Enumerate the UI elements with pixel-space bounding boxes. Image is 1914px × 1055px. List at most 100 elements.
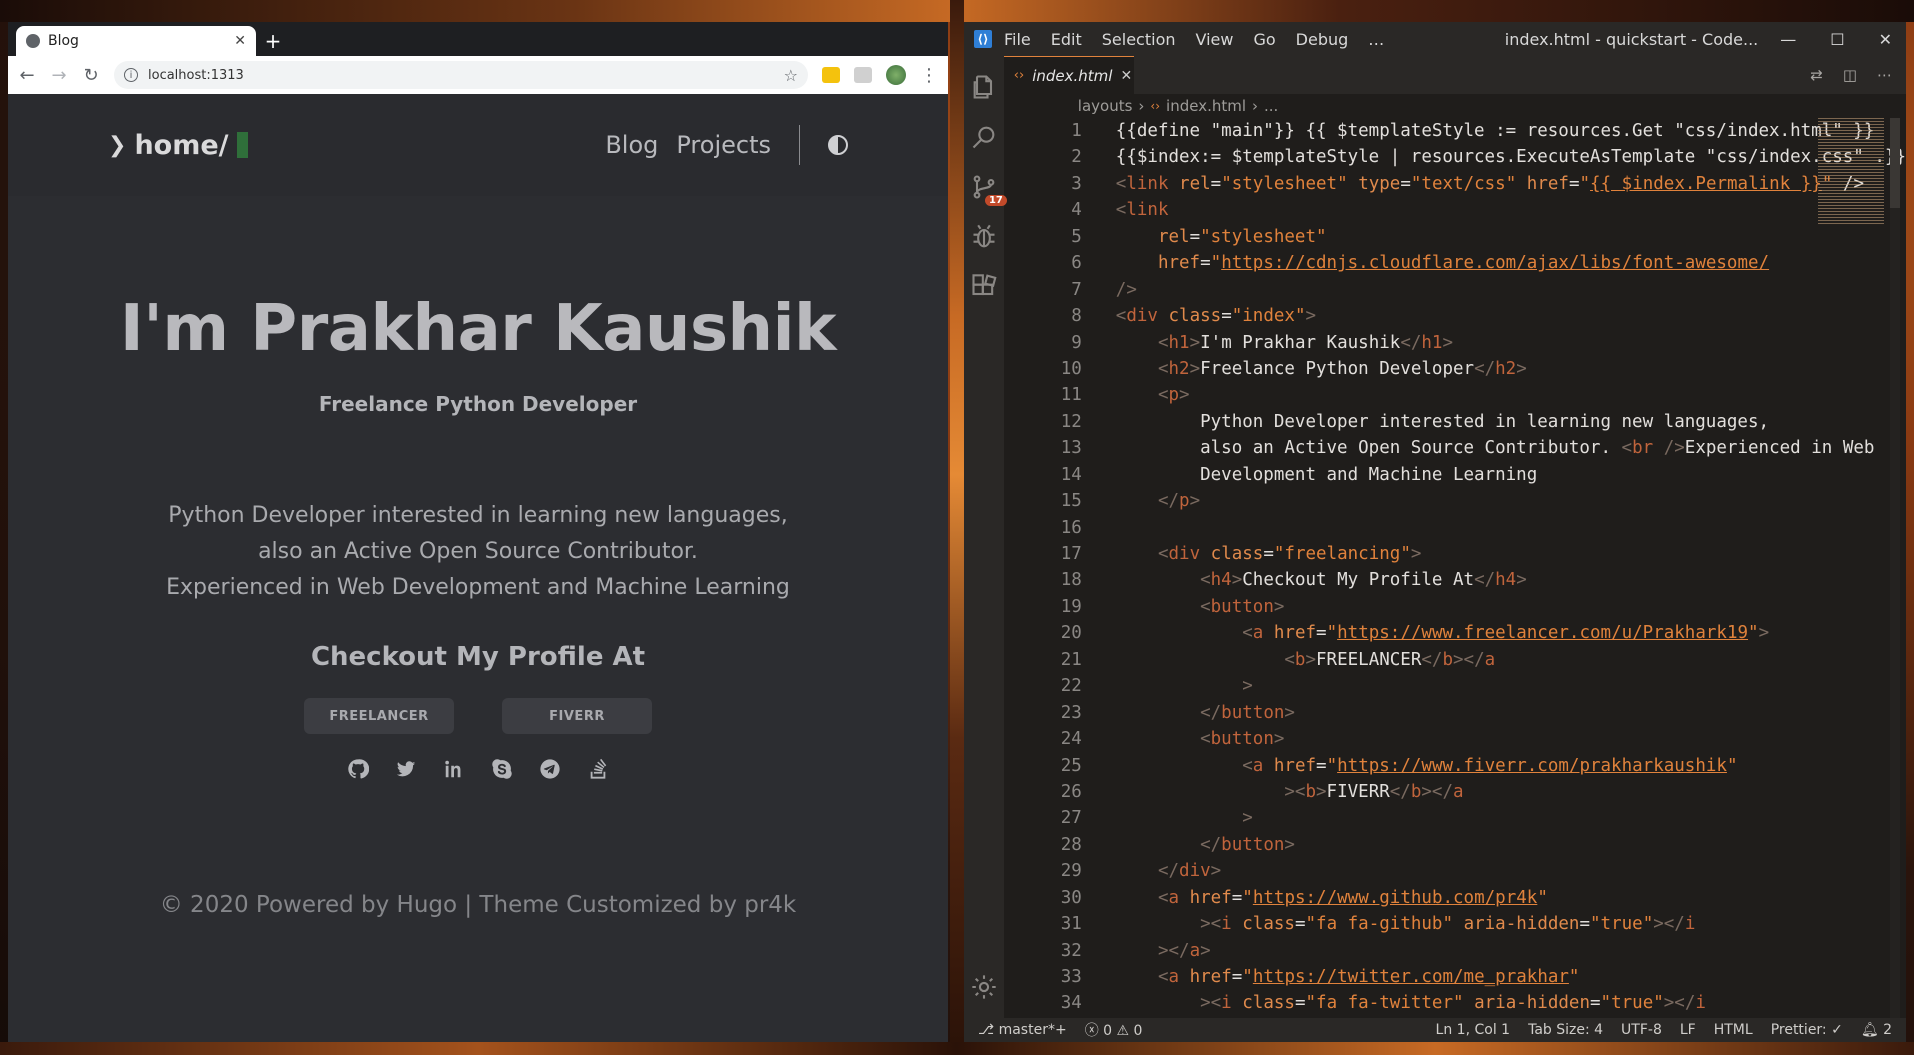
line-number: 21: [1060, 649, 1082, 670]
open-changes-icon[interactable]: ⇄: [1810, 66, 1823, 84]
page-title: I'm Prakhar Kaushik: [119, 292, 837, 366]
scrollbar-thumb[interactable]: [1890, 118, 1900, 208]
info-icon[interactable]: i: [124, 68, 138, 82]
search-icon[interactable]: [969, 122, 999, 152]
menu-selection[interactable]: Selection: [1102, 30, 1176, 49]
settings-gear-icon[interactable]: [969, 972, 999, 1002]
profile-avatar[interactable]: [886, 65, 906, 85]
line-number: 24: [1060, 729, 1082, 750]
extensions-icon[interactable]: [969, 272, 999, 302]
line-number: 15: [1060, 491, 1082, 512]
bio-line: Experienced in Web Development and Machi…: [166, 575, 790, 600]
more-menu-icon[interactable]: ⋮: [920, 65, 938, 86]
maximize-icon[interactable]: ☐: [1830, 30, 1844, 49]
code-text: {{define "main"}} {{ $templateStyle := r…: [1116, 118, 1906, 1018]
twitter-icon[interactable]: [393, 756, 419, 782]
code-line: <h2>Freelance Python Developer</h2>: [1157, 358, 1527, 379]
line-number: 29: [1060, 861, 1082, 882]
line-number: 11: [1060, 385, 1082, 406]
editor-tab-index-html[interactable]: ‹› index.html ✕: [1003, 56, 1134, 94]
code-line: {{$index:= $templateStyle | resources.Ex…: [1115, 147, 1906, 168]
line-number: 30: [1060, 887, 1082, 908]
telegram-icon[interactable]: [537, 756, 563, 782]
close-window-icon[interactable]: ✕: [1879, 30, 1892, 49]
nav-link-blog[interactable]: Blog: [605, 131, 658, 159]
code-line: <div class="index">: [1115, 306, 1317, 327]
problems-status[interactable]: ⓧ 0 ⚠ 0: [1085, 1020, 1143, 1040]
minimize-icon[interactable]: —: [1780, 30, 1796, 49]
browser-tab-title: Blog: [48, 33, 79, 49]
code-line: <div class="freelancing">: [1157, 544, 1422, 564]
notifications-status[interactable]: 🔔︎ 2: [1861, 1022, 1892, 1038]
status-right: Ln 1, Col 1 Tab Size: 4 UTF-8 LF HTML Pr…: [1436, 1022, 1892, 1038]
breadcrumb-item[interactable]: layouts: [1078, 97, 1133, 115]
code-editor[interactable]: 1 2 3 4 5 6 7 8 9 10 11 12 13 14 15 16 1: [1004, 118, 1906, 1018]
debug-icon[interactable]: [969, 222, 999, 252]
code-line: also an Active Open Source Contributor. …: [1115, 438, 1875, 459]
split-editor-icon[interactable]: ◫: [1843, 66, 1857, 84]
prettier-status[interactable]: Prettier: ✓: [1771, 1022, 1843, 1038]
nav-link-projects[interactable]: Projects: [676, 131, 771, 159]
menu-debug[interactable]: Debug: [1296, 30, 1349, 49]
fiverr-button[interactable]: FIVERR: [502, 698, 652, 734]
menu-go[interactable]: Go: [1253, 30, 1275, 49]
breadcrumb: layouts › ‹› index.html › ...: [1004, 94, 1906, 118]
code-line: <b>FREELANCER</b></a: [1284, 649, 1496, 670]
menu-more[interactable]: …: [1368, 30, 1384, 49]
reload-icon[interactable]: ↻: [82, 65, 100, 86]
encoding[interactable]: UTF-8: [1621, 1022, 1662, 1038]
bookmark-star-icon[interactable]: ☆: [784, 66, 798, 85]
branch-status[interactable]: ⎇ master*+: [978, 1022, 1067, 1038]
window-controls: — ☐ ✕: [1780, 30, 1892, 49]
code-line: href="https://cdnjs.cloudflare.com/ajax/…: [1157, 253, 1770, 274]
linkedin-icon[interactable]: [441, 756, 467, 782]
github-icon[interactable]: [345, 756, 371, 782]
breadcrumb-item[interactable]: ...: [1264, 97, 1278, 115]
breadcrumb-item[interactable]: index.html: [1166, 97, 1246, 115]
menu-view[interactable]: View: [1196, 30, 1234, 49]
eol[interactable]: LF: [1680, 1022, 1696, 1038]
theme-toggle-icon[interactable]: [828, 135, 848, 155]
line-number: 4: [1071, 200, 1082, 221]
close-icon[interactable]: ✕: [234, 33, 246, 49]
extension-icon[interactable]: [854, 67, 872, 83]
freelancer-button[interactable]: FREELANCER: [304, 698, 454, 734]
explorer-icon[interactable]: [969, 72, 999, 102]
code-line: <link rel="stylesheet" type="text/css" h…: [1115, 173, 1864, 194]
line-number: 31: [1060, 914, 1082, 935]
chevron-right-icon: ❯: [108, 132, 127, 158]
extension-icon[interactable]: [822, 67, 840, 83]
line-number: 26: [1060, 781, 1082, 802]
more-actions-icon[interactable]: ⋯: [1877, 66, 1892, 84]
menu-file[interactable]: File: [1004, 30, 1031, 49]
stackoverflow-icon[interactable]: [585, 756, 611, 782]
activity-bar: 17: [964, 56, 1007, 1018]
code-line: />: [1115, 279, 1137, 300]
close-tab-icon[interactable]: ✕: [1120, 68, 1132, 84]
back-icon[interactable]: ←: [18, 65, 36, 86]
vscode-window: ⟨⟩ File Edit Selection View Go Debug … i…: [964, 22, 1906, 1042]
site-logo-text: home/: [134, 129, 229, 161]
browser-tabstrip: Blog ✕ +: [8, 22, 948, 56]
globe-icon: [26, 34, 40, 48]
line-number: 1: [1071, 121, 1082, 141]
language-mode[interactable]: HTML: [1714, 1022, 1753, 1038]
line-number: 32: [1060, 940, 1082, 961]
forward-icon[interactable]: →: [50, 65, 68, 86]
new-tab-button[interactable]: +: [256, 26, 290, 56]
site-logo[interactable]: ❯ home/: [108, 130, 248, 161]
menu-edit[interactable]: Edit: [1051, 30, 1082, 49]
line-number: 23: [1060, 702, 1082, 723]
html-file-icon: ‹›: [1013, 68, 1025, 83]
address-bar[interactable]: i localhost:1313 ☆: [114, 61, 808, 89]
cursor-position[interactable]: Ln 1, Col 1: [1436, 1022, 1511, 1038]
skype-icon[interactable]: [489, 756, 515, 782]
source-control-icon[interactable]: 17: [969, 172, 1007, 206]
vertical-scrollbar[interactable]: [1890, 118, 1900, 1018]
browser-window: Blog ✕ + ← → ↻ i localhost:1313 ☆ ⋮ ❯ ho…: [8, 22, 948, 1042]
browser-tab[interactable]: Blog ✕: [16, 26, 256, 56]
minimap[interactable]: [1818, 118, 1884, 226]
line-number-gutter: 1 2 3 4 5 6 7 8 9 10 11 12 13 14 15 16 1: [1004, 118, 1116, 1018]
tab-size[interactable]: Tab Size: 4: [1528, 1022, 1603, 1038]
